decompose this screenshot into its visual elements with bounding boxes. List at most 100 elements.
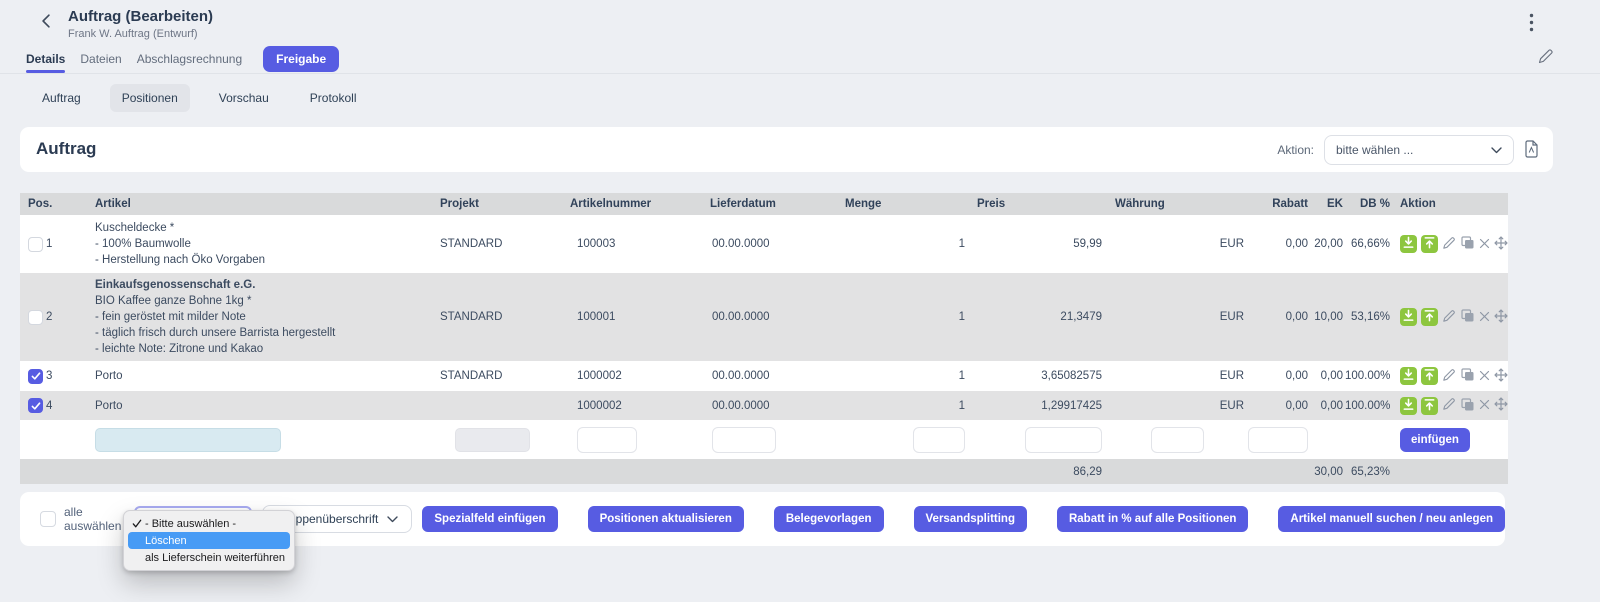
position-number: 3	[46, 370, 52, 382]
new-artikel-input[interactable]	[95, 428, 281, 452]
rabatt-alle-positionen-button[interactable]: Rabatt in % auf alle Positionen	[1057, 506, 1248, 532]
menu-item-loeschen[interactable]: Löschen	[128, 532, 290, 549]
spezialfeld-einfuegen-button[interactable]: Spezialfeld einfügen	[422, 506, 557, 532]
x-icon	[1479, 237, 1490, 252]
versandsplitting-button[interactable]: Versandsplitting	[914, 506, 1027, 532]
sub-tabs: Auftrag Positionen Vorschau Protokoll	[30, 84, 368, 112]
new-lieferdatum-input[interactable]	[712, 427, 776, 453]
db-cell: 53,16%	[1345, 273, 1392, 361]
main-tabs-row: Details Dateien Abschlagsrechnung Freiga…	[0, 44, 1600, 74]
arrow-up-to-bar-icon	[1423, 236, 1436, 252]
artikel-supplier: Einkaufsgenossenschaft e.G.	[95, 277, 435, 293]
col-header-ek: EK	[1310, 193, 1345, 215]
select-all-checkbox[interactable]	[40, 511, 56, 527]
row-checkbox[interactable]	[28, 398, 43, 413]
edit-position-button[interactable]	[1442, 397, 1456, 414]
subtab-positionen[interactable]: Positionen	[110, 84, 190, 112]
menu-item-lieferschein[interactable]: als Lieferschein weiterführen	[128, 549, 290, 566]
position-row: 3 Porto STANDARD 1000002 00.00.0000 1 3,…	[20, 361, 1508, 391]
artikel-cell: Kuscheldecke * - 100% Baumwolle - Herste…	[90, 215, 435, 273]
freigabe-button[interactable]: Freigabe	[263, 46, 339, 72]
copy-icon	[1460, 235, 1475, 253]
new-menge-input[interactable]	[913, 427, 965, 453]
drag-position-button[interactable]	[1494, 368, 1508, 385]
pencil-icon	[1442, 368, 1456, 385]
drag-position-button[interactable]	[1494, 236, 1508, 253]
x-icon	[1479, 398, 1490, 413]
subtab-protokoll[interactable]: Protokoll	[298, 84, 369, 112]
rabatt-cell: 0,00	[1245, 273, 1310, 361]
subtab-auftrag[interactable]: Auftrag	[30, 84, 93, 112]
tab-dateien[interactable]: Dateien	[80, 44, 121, 73]
preis-cell: 3,65082575	[975, 361, 1110, 391]
aktion-select[interactable]: bitte wählen ...	[1324, 135, 1514, 165]
back-button[interactable]	[38, 14, 54, 30]
belegevorlagen-button[interactable]: Belegevorlagen	[774, 506, 884, 532]
select-all-label: alle auswählen	[64, 505, 126, 533]
row-checkbox[interactable]	[28, 369, 43, 384]
move-position-up-button[interactable]	[1421, 397, 1438, 415]
rabatt-cell: 0,00	[1245, 215, 1310, 273]
position-number: 1	[46, 238, 52, 250]
copy-position-button[interactable]	[1460, 235, 1475, 253]
arrow-down-to-bar-icon	[1402, 398, 1415, 414]
chevron-down-icon	[387, 512, 398, 526]
move-position-down-button[interactable]	[1400, 397, 1417, 415]
move-position-down-button[interactable]	[1400, 367, 1417, 385]
menge-cell: 1	[838, 391, 975, 420]
artikel-manuell-suchen-button[interactable]: Artikel manuell suchen / neu anlegen	[1278, 506, 1505, 532]
lieferdatum-cell: 00.00.0000	[703, 361, 838, 391]
delete-position-button[interactable]	[1479, 310, 1490, 325]
delete-position-button[interactable]	[1479, 398, 1490, 413]
col-header-waehrung: Währung	[1110, 193, 1245, 215]
title-block: Auftrag (Bearbeiten) Frank W. Auftrag (E…	[68, 8, 213, 40]
tab-abschlagsrechnung[interactable]: Abschlagsrechnung	[137, 44, 242, 73]
edit-order-button[interactable]	[1537, 48, 1554, 68]
copy-position-button[interactable]	[1460, 397, 1475, 415]
drag-position-button[interactable]	[1494, 309, 1508, 326]
edit-position-button[interactable]	[1442, 236, 1456, 253]
row-checkbox[interactable]	[28, 310, 43, 325]
arrow-down-to-bar-icon	[1402, 236, 1415, 252]
new-projekt-input[interactable]	[455, 428, 530, 452]
menu-item-bitte-auswaehlen[interactable]: - Bitte auswählen -	[128, 515, 290, 532]
new-preis-input[interactable]	[1025, 427, 1102, 453]
col-header-aktion: Aktion	[1392, 193, 1508, 215]
col-header-artikel: Artikel	[90, 193, 435, 215]
artikel-cell: Porto	[90, 361, 435, 391]
new-artikelnummer-input[interactable]	[577, 427, 637, 453]
totals-row: 86,29 30,00 65,23%	[20, 459, 1508, 484]
new-waehrung-input[interactable]	[1151, 427, 1204, 453]
positionen-aktualisieren-button[interactable]: Positionen aktualisieren	[588, 506, 744, 532]
order-edit-page: Auftrag (Bearbeiten) Frank W. Auftrag (E…	[0, 0, 1600, 602]
artikel-cell: Porto	[90, 391, 435, 420]
move-position-up-button[interactable]	[1421, 367, 1438, 385]
rabatt-cell: 0,00	[1245, 391, 1310, 420]
subtab-vorschau[interactable]: Vorschau	[207, 84, 281, 112]
move-position-down-button[interactable]	[1400, 308, 1417, 326]
copy-icon	[1460, 367, 1475, 385]
drag-position-button[interactable]	[1494, 397, 1508, 414]
row-checkbox[interactable]	[28, 237, 43, 252]
pdf-export-button[interactable]	[1524, 140, 1539, 161]
menu-item-label: Löschen	[145, 535, 187, 547]
move-position-up-button[interactable]	[1421, 308, 1438, 326]
delete-position-button[interactable]	[1479, 237, 1490, 252]
tab-details[interactable]: Details	[26, 44, 65, 73]
copy-position-button[interactable]	[1460, 367, 1475, 385]
artikel-line: Kuscheldecke *	[95, 220, 435, 236]
edit-position-button[interactable]	[1442, 368, 1456, 385]
edit-position-button[interactable]	[1442, 309, 1456, 326]
ek-cell: 20,00	[1310, 215, 1345, 273]
move-position-down-button[interactable]	[1400, 235, 1417, 253]
new-rabatt-input[interactable]	[1248, 427, 1308, 453]
einfuegen-button[interactable]: einfügen	[1400, 428, 1470, 452]
preis-cell: 59,99	[975, 215, 1110, 273]
move-position-up-button[interactable]	[1421, 235, 1438, 253]
pencil-icon	[1442, 309, 1456, 326]
delete-position-button[interactable]	[1479, 369, 1490, 384]
row-actions	[1400, 235, 1508, 253]
page-title: Auftrag (Bearbeiten)	[68, 8, 213, 25]
copy-position-button[interactable]	[1460, 308, 1475, 326]
kebab-menu-button[interactable]	[1522, 13, 1540, 33]
